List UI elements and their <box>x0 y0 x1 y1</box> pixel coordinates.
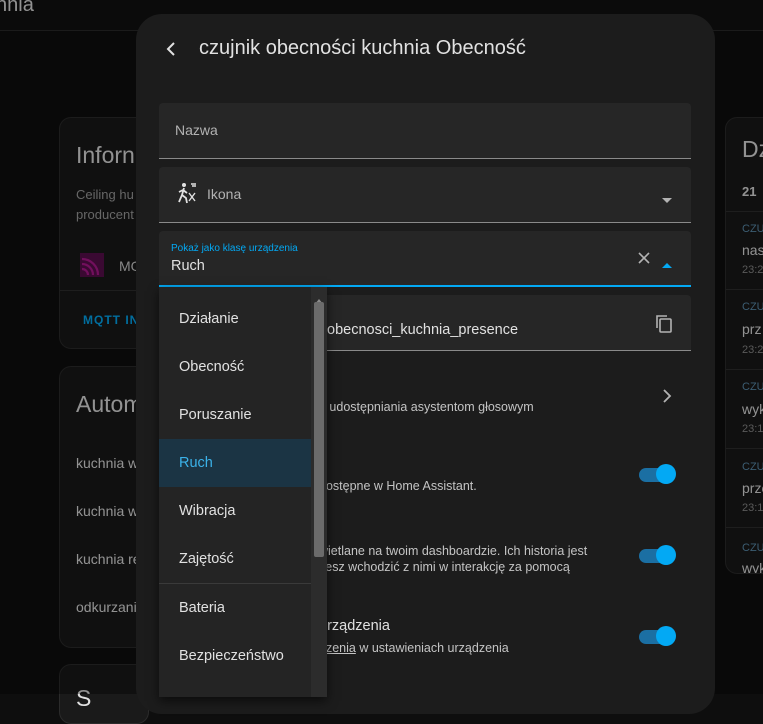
device-class-select[interactable]: Pokaż jako klasę urządzenia Ruch <box>159 231 691 287</box>
device-settings-rest: w ustawieniach urządzenia <box>355 641 509 655</box>
menu-item-poruszanie[interactable]: Poruszanie <box>159 391 311 439</box>
scroll-thumb[interactable] <box>314 302 324 557</box>
name-field-label: Nazwa <box>175 122 218 138</box>
visible-description-line2: żesz wchodzić z nimi w interakcję za pom… <box>319 560 570 574</box>
enabled-toggle[interactable] <box>639 463 676 484</box>
clear-icon[interactable] <box>637 251 651 265</box>
menu-item-bezpieczenstwo[interactable]: Bezpieczeństwo <box>159 632 311 680</box>
menu-item-obecnosc[interactable]: Obecność <box>159 343 311 391</box>
device-class-menu: Działanie Obecność Poruszanie Ruch Wibra… <box>159 287 327 697</box>
entity-id-value: obecnosci_kuchnia_presence <box>327 322 519 338</box>
icon-field-label: Ikona <box>207 186 242 202</box>
chevron-right-icon[interactable] <box>661 388 673 404</box>
motion-sensor-icon <box>175 181 199 205</box>
scroll-up-arrow-icon[interactable] <box>315 291 323 304</box>
use-device-area-title: urządzenia <box>319 618 390 634</box>
dropdown-arrow-icon[interactable] <box>662 191 672 203</box>
icon-field[interactable]: Ikona <box>159 167 691 223</box>
voice-assistants-description: e udostępniania asystentom głosowym <box>319 400 534 414</box>
menu-item-wibracja[interactable]: Wibracja <box>159 487 311 535</box>
menu-item-ruch[interactable]: Ruch <box>159 439 311 487</box>
copy-icon[interactable] <box>655 314 673 334</box>
visible-toggle[interactable] <box>639 544 676 565</box>
menu-item-dzialanie[interactable]: Działanie <box>159 295 311 343</box>
menu-item-bateria[interactable]: Bateria <box>159 584 311 632</box>
dialog-title: czujnik obecności kuchnia Obecność <box>199 37 526 59</box>
device-class-label: Pokaż jako klasę urządzenia <box>171 243 298 254</box>
dropdown-arrow-up-icon[interactable] <box>662 255 672 268</box>
visible-description-line1: wietlane na twoim dashboardzie. Ich hist… <box>319 544 588 558</box>
back-arrow-icon[interactable] <box>160 38 182 60</box>
enabled-description: dostępne w Home Assistant. <box>319 479 477 493</box>
menu-scrollbar[interactable] <box>311 287 327 697</box>
use-device-area-description: dzenia w ustawieniach urządzenia <box>319 641 509 655</box>
name-field[interactable]: Nazwa <box>159 103 691 159</box>
device-class-value: Ruch <box>171 258 205 274</box>
use-device-area-toggle[interactable] <box>639 625 676 646</box>
menu-item-zajetosc[interactable]: Zajętość <box>159 535 311 583</box>
